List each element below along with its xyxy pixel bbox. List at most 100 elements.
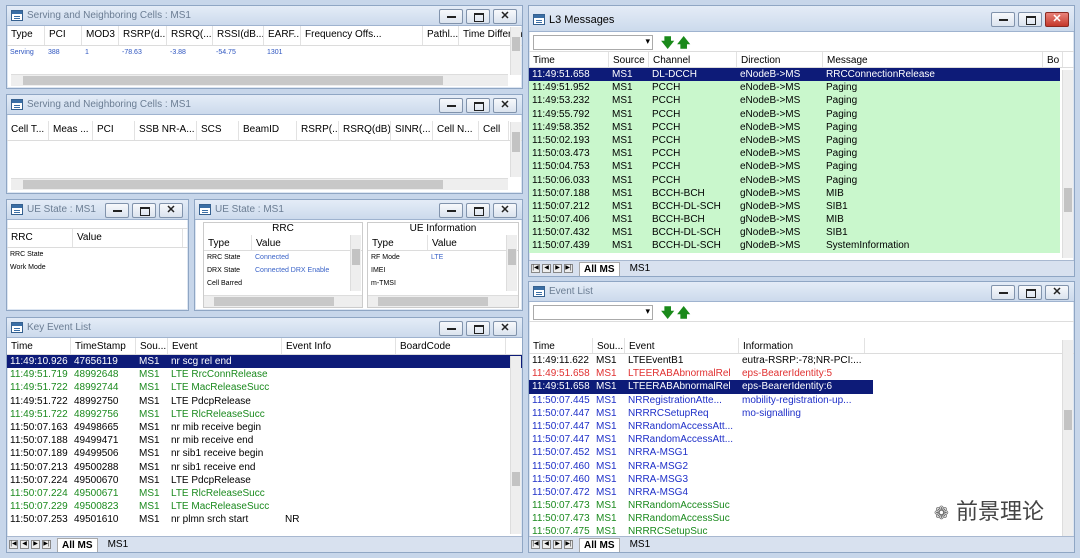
horizontal-scrollbar[interactable]: [204, 295, 362, 307]
column-header[interactable]: Direction: [737, 52, 823, 67]
maximize-button[interactable]: [132, 203, 156, 218]
column-header[interactable]: Time: [529, 52, 609, 67]
prev-page-icon[interactable]: ◀: [542, 540, 551, 549]
prev-page-icon[interactable]: ◀: [20, 540, 29, 549]
column-header[interactable]: Meas ...: [49, 121, 93, 140]
column-header[interactable]: SINR(...: [391, 121, 433, 140]
vertical-scrollbar[interactable]: [1062, 340, 1073, 536]
horizontal-scrollbar[interactable]: [11, 74, 508, 86]
table-row[interactable]: 11:49:58.352 MS1 PCCH eNodeB->MS Paging: [529, 120, 1060, 134]
table-row[interactable]: 11:49:51.658 MS1 DL-DCCH eNodeB->MS RRCConne…: [529, 68, 1060, 82]
vertical-scrollbar[interactable]: [1062, 70, 1073, 258]
vertical-scrollbar[interactable]: [350, 235, 361, 291]
close-button[interactable]: ✕: [159, 203, 183, 218]
table-row[interactable]: 11:50:07.460 MS1 NRRA-MSG3: [529, 473, 873, 486]
title-bar[interactable]: Event List ✕: [529, 282, 1074, 302]
arrow-down-icon[interactable]: 🡇: [661, 304, 674, 326]
column-header[interactable]: RSRP(d...: [119, 26, 167, 45]
table-row[interactable]: IMEI: [368, 264, 518, 277]
column-header[interactable]: EARF...: [264, 26, 301, 45]
table-row[interactable]: 11:50:07.406 MS1 BCCH-BCH gNodeB->MS MIB: [529, 213, 1060, 227]
column-header[interactable]: SSB NR-A...: [135, 121, 197, 140]
column-header[interactable]: Sou...: [136, 338, 168, 354]
next-page-icon[interactable]: ▶: [31, 540, 40, 549]
table-row[interactable]: 11:50:07.229 49500823 MS1 LTE MacReleaseSuc…: [7, 500, 522, 513]
column-header[interactable]: Information: [739, 338, 865, 353]
close-button[interactable]: ✕: [1045, 12, 1069, 27]
minimize-button[interactable]: [439, 9, 463, 24]
minimize-button[interactable]: [991, 12, 1015, 27]
table-row[interactable]: 11:50:07.473 MS1 NRRandomAccessSuc: [529, 512, 873, 525]
minimize-button[interactable]: [991, 285, 1015, 300]
tab-all-ms[interactable]: All MS: [57, 537, 98, 552]
table-row[interactable]: 11:50:07.213 49500288 MS1 nr sib1 receive e…: [7, 461, 522, 474]
maximize-button[interactable]: [466, 98, 490, 113]
column-header[interactable]: RSRQ(dB): [339, 121, 391, 140]
close-button[interactable]: ✕: [1045, 285, 1069, 300]
first-page-icon[interactable]: |◀: [531, 540, 540, 549]
filter-combo[interactable]: [533, 305, 653, 320]
table-row[interactable]: 11:49:10.926 47656119 MS1 nr scg rel end: [7, 355, 522, 369]
column-header[interactable]: Type: [7, 26, 45, 45]
table-row[interactable]: 11:50:07.447 MS1 NRRRCSetupReq mo-signallin…: [529, 407, 873, 420]
maximize-button[interactable]: [466, 9, 490, 24]
table-row[interactable]: Cell Barred: [204, 277, 362, 290]
table-row[interactable]: 11:50:07.224 49500670 MS1 LTE PdcpRelease: [7, 474, 522, 487]
table-row[interactable]: m-TMSI: [368, 277, 518, 290]
maximize-button[interactable]: [1018, 285, 1042, 300]
table-row[interactable]: 11:50:06.033 MS1 PCCH eNodeB->MS Paging: [529, 173, 1060, 187]
column-header[interactable]: Event: [625, 338, 739, 353]
table-row[interactable]: 11:50:07.447 MS1 NRRandomAccessAtt...: [529, 420, 873, 433]
table-row[interactable]: 11:49:11.622 MS1 LTEEventB1 eutra-RSRP:-78;…: [529, 354, 873, 367]
column-header[interactable]: RSRQ(...: [167, 26, 213, 45]
table-row[interactable]: 11:50:03.473 MS1 PCCH eNodeB->MS Paging: [529, 147, 1060, 161]
table-row[interactable]: 11:50:07.472 MS1 NRRA-MSG4: [529, 486, 873, 499]
horizontal-scrollbar[interactable]: [368, 295, 518, 307]
table-row[interactable]: 11:49:51.722 48992756 MS1 LTE RlcReleaseSuc…: [7, 408, 522, 421]
column-header[interactable]: PCI: [45, 26, 82, 45]
table-row[interactable]: 11:50:07.445 MS1 NRRegistrationAtte... mobi…: [529, 394, 873, 407]
minimize-button[interactable]: [439, 321, 463, 336]
table-row[interactable]: 11:50:07.253 49501610 MS1 nr plmn srch star…: [7, 513, 522, 526]
column-header[interactable]: Pathl...: [423, 26, 459, 45]
table-row[interactable]: 11:49:51.952 MS1 PCCH eNodeB->MS Paging: [529, 81, 1060, 95]
next-page-icon[interactable]: ▶: [553, 264, 562, 273]
first-page-icon[interactable]: |◀: [531, 264, 540, 273]
close-button[interactable]: ✕: [493, 203, 517, 218]
arrow-up-icon[interactable]: 🡅: [677, 304, 690, 326]
column-header[interactable]: Event Info: [282, 338, 396, 354]
table-row[interactable]: 11:49:51.722 48992744 MS1 LTE MacReleaseSuc…: [7, 381, 522, 394]
column-header[interactable]: Cell T...: [7, 121, 49, 140]
title-bar[interactable]: Serving and Neighboring Cells : MS1 ✕: [7, 6, 522, 26]
table-row[interactable]: RRC State: [7, 248, 188, 261]
maximize-button[interactable]: [1018, 12, 1042, 27]
table-row[interactable]: 11:49:51.658 MS1 LTEERABAbnormalRel eps-Bea…: [529, 380, 873, 394]
title-bar[interactable]: UE State : MS1 ✕: [7, 200, 188, 220]
column-header[interactable]: BoardCode: [396, 338, 506, 354]
first-page-icon[interactable]: |◀: [9, 540, 18, 549]
column-header[interactable]: MOD3: [82, 26, 119, 45]
table-row[interactable]: 11:50:07.447 MS1 NRRandomAccessAtt...: [529, 433, 873, 446]
table-row[interactable]: 11:50:07.188 49499471 MS1 nr mib receive en…: [7, 434, 522, 447]
minimize-button[interactable]: [105, 203, 129, 218]
table-row[interactable]: 11:50:07.439 MS1 BCCH-DL-SCH gNodeB->MS Syst…: [529, 239, 1060, 253]
arrow-down-icon[interactable]: 🡇: [661, 34, 674, 56]
vertical-scrollbar[interactable]: [510, 356, 521, 534]
last-page-icon[interactable]: ▶|: [564, 264, 573, 273]
table-row[interactable]: Work Mode: [7, 261, 188, 274]
table-row[interactable]: RF Mode LTE: [368, 251, 518, 264]
table-row[interactable]: 11:49:53.232 MS1 PCCH eNodeB->MS Paging: [529, 94, 1060, 108]
title-bar[interactable]: L3 Messages ✕: [529, 6, 1074, 32]
maximize-button[interactable]: [466, 321, 490, 336]
column-header[interactable]: SCS: [197, 121, 239, 140]
table-row[interactable]: RRC State Connected: [204, 251, 362, 264]
prev-page-icon[interactable]: ◀: [542, 264, 551, 273]
column-header[interactable]: Frequency Offs...: [301, 26, 423, 45]
table-row[interactable]: DRX State Connected DRX Enable: [204, 264, 362, 277]
horizontal-scrollbar[interactable]: [11, 178, 508, 190]
tab-ms1[interactable]: MS1: [104, 538, 133, 551]
column-header[interactable]: TimeStamp: [71, 338, 136, 354]
column-header[interactable]: Message: [823, 52, 1043, 67]
tab-all-ms[interactable]: All MS: [579, 261, 620, 276]
maximize-button[interactable]: [466, 203, 490, 218]
